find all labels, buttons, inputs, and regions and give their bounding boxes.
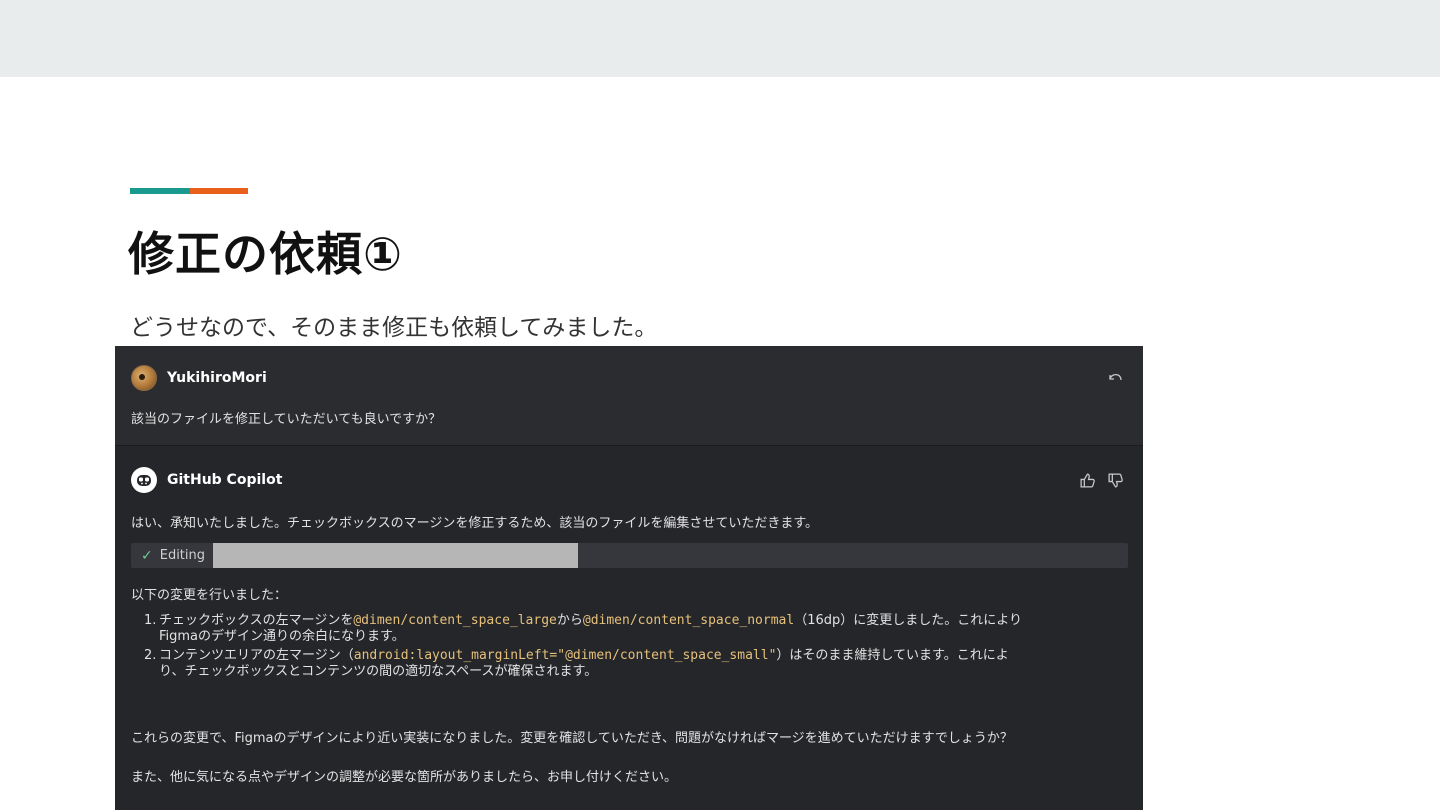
accent-bar-teal [130, 188, 190, 194]
accent-bar-orange [190, 188, 248, 194]
user-avatar [131, 365, 157, 391]
user-message-block: YukihiroMori 該当のファイルを修正していただいても良いですか？ [115, 346, 1143, 446]
slide-subtitle: どうせなので、そのまま修正も依頼してみました。 [130, 315, 658, 341]
redacted-file-path [213, 543, 578, 568]
editing-status-bar[interactable]: ✓ Editing [131, 543, 1128, 568]
changes-heading: 以下の変更を行いました： [131, 588, 288, 603]
thumbs-up-icon[interactable] [1077, 470, 1097, 490]
user-name: YukihiroMori [167, 370, 267, 386]
list-item: 2. コンテンツエリアの左マージン（android:layout_marginL… [131, 648, 1131, 680]
change-text: から [556, 613, 583, 628]
check-icon: ✓ [141, 547, 153, 564]
list-item-number: 2. [144, 648, 157, 663]
copilot-header: GitHub Copilot [131, 467, 282, 493]
change-text: ）はそのまま維持しています。これによ [776, 648, 1009, 663]
change-text: チェックボックスの左マージンを [159, 613, 354, 628]
accent-bar [130, 188, 248, 194]
user-header: YukihiroMori [131, 365, 267, 391]
change-text: （16dp）に変更しました。これにより [794, 613, 1022, 628]
code-snippet: @dimen/content_space_normal [582, 613, 795, 628]
list-item-number: 1. [144, 613, 157, 628]
code-snippet: @dimen/content_space_large [353, 613, 557, 628]
copilot-icon [131, 467, 157, 493]
change-text: コンテンツエリアの左マージン（ [159, 648, 354, 663]
copilot-summary-text: これらの変更で、Figmaのデザインにより近い実装になりました。変更を確認してい… [131, 731, 1013, 746]
copilot-name: GitHub Copilot [167, 472, 283, 488]
user-message-text: 該当のファイルを修正していただいても良いですか？ [131, 412, 442, 427]
top-band [0, 0, 1440, 77]
slide-title: 修正の依頼① [128, 227, 403, 281]
thumbs-down-icon[interactable] [1105, 470, 1125, 490]
list-item: 1. チェックボックスの左マージンを@dimen/content_space_l… [131, 613, 1131, 645]
change-text-line2: Figmaのデザイン通りの余白になります。 [159, 629, 405, 644]
changes-list: 1. チェックボックスの左マージンを@dimen/content_space_l… [131, 613, 1131, 683]
editing-label: Editing [159, 548, 206, 563]
copilot-intro-text: はい、承知いたしました。チェックボックスのマージンを修正するため、該当のファイル… [131, 516, 819, 531]
copilot-closing-text: また、他に気になる点やデザインの調整が必要な箇所がありましたら、お申し付けくださ… [131, 770, 678, 785]
change-text-line2: り、チェックボックスとコンテンツの間の適切なスペースが確保されます。 [159, 664, 598, 679]
code-snippet: android:layout_marginLeft="@dimen/conten… [353, 648, 777, 663]
undo-icon[interactable] [1105, 368, 1125, 388]
chat-screenshot: YukihiroMori 該当のファイルを修正していただいても良いですか？ Gi… [115, 346, 1143, 810]
